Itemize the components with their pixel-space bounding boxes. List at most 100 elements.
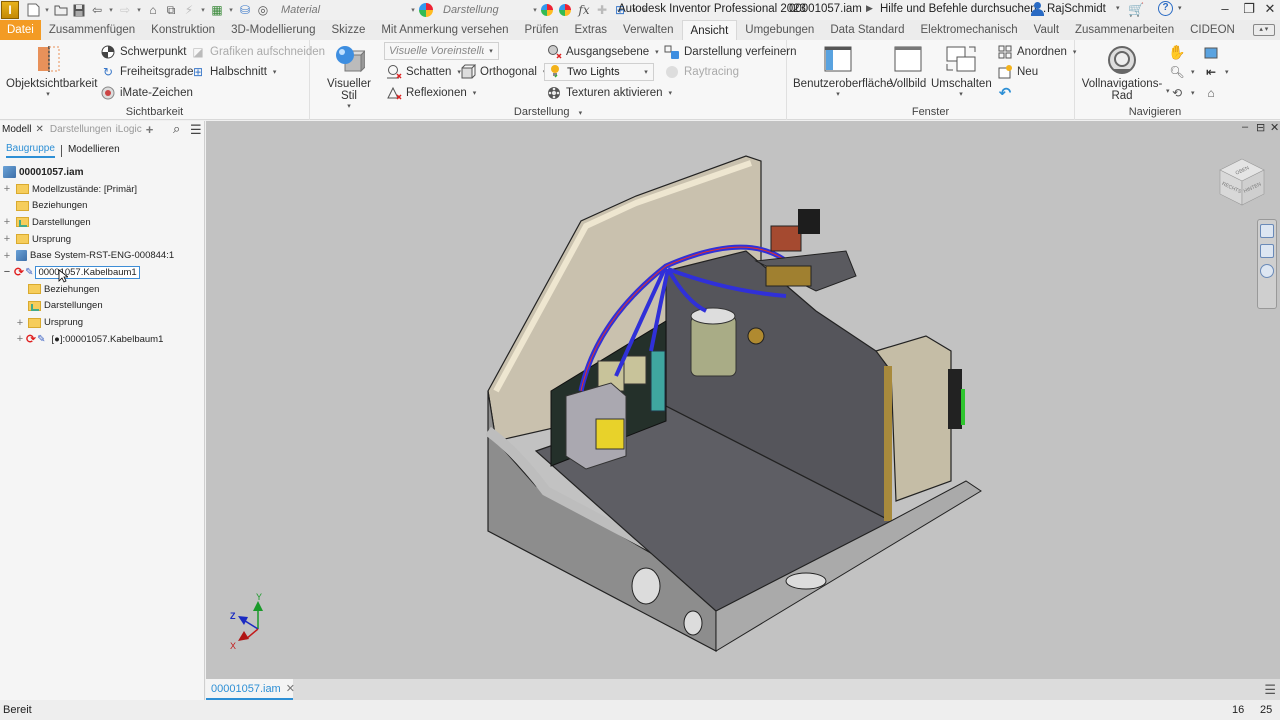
ausgangsebene-dropdown-icon[interactable]: ▾ xyxy=(655,48,659,56)
tab-umgebungen[interactable]: Umgebungen xyxy=(737,20,822,40)
tab-konstruktion[interactable]: Konstruktion xyxy=(143,20,223,40)
objektsichtbarkeit-dropdown-icon[interactable]: ▾ xyxy=(6,90,90,98)
reflexionen-dropdown-icon[interactable]: ▾ xyxy=(473,89,477,97)
tab-datei[interactable]: Datei xyxy=(0,20,41,40)
tab-cideon[interactable]: CIDEON xyxy=(1182,20,1243,40)
update-icon[interactable]: ⚡ xyxy=(181,2,197,18)
navbar-pan-icon[interactable] xyxy=(1260,244,1274,258)
expand-icon[interactable]: + xyxy=(15,333,25,345)
visual-preset-dropdown-icon[interactable]: ▾ xyxy=(484,47,498,55)
undo-dropdown-icon[interactable]: ▾ xyxy=(107,6,115,14)
restore-icon[interactable]: ❐ xyxy=(1240,1,1258,17)
tree-node-kabelbaum-part[interactable]: + ⟳ ✎ [●]:00001057.Kabelbaum1 xyxy=(0,331,205,348)
view-face-button[interactable] xyxy=(1203,43,1223,61)
benutzeroberflaeche-button[interactable]: Benutzeroberfläche ▾ xyxy=(793,44,893,98)
tree-node-kabelbaum-darstellungen[interactable]: Darstellungen xyxy=(0,298,205,315)
help-search-input[interactable]: Hilfe und Befehle durchsuchen... xyxy=(880,3,1046,15)
graphics-viewport[interactable]: – ⊟ ✕ OBEN RECHTS HINTEN Y Z X xyxy=(206,121,1280,679)
browser-tab-close-icon[interactable]: ✕ xyxy=(35,124,43,135)
visueller-stil-button[interactable]: Visueller Stil ▾ xyxy=(318,44,380,110)
username[interactable]: RajSchmidt xyxy=(1047,3,1106,15)
expand-icon[interactable]: + xyxy=(2,183,12,195)
ausgangsebene-button[interactable]: Ausgangsebene ▾ xyxy=(546,43,659,61)
orbit-button[interactable]: ⟲ ▾ xyxy=(1169,84,1195,102)
schatten-button[interactable]: Schatten ▾ xyxy=(386,63,461,81)
tab-anmerkung[interactable]: Mit Anmerkung versehen xyxy=(373,20,516,40)
restore-view-button[interactable]: ↶ xyxy=(997,84,1017,102)
vollbild-button[interactable]: Vollbild xyxy=(887,44,929,90)
3d-model-electrical-box[interactable] xyxy=(486,151,986,661)
tree-node-darstellungen[interactable]: + Darstellungen xyxy=(0,214,205,231)
schwerpunkt-button[interactable]: Schwerpunkt xyxy=(100,43,186,61)
navbar-steering-wheel-icon[interactable] xyxy=(1260,224,1274,238)
navigation-bar[interactable] xyxy=(1257,219,1277,309)
reflexionen-button[interactable]: Reflexionen ▾ xyxy=(386,84,476,102)
tab-extras[interactable]: Extras xyxy=(566,20,615,40)
update-dropdown-icon[interactable]: ▾ xyxy=(199,6,207,14)
new-dropdown-icon[interactable]: ▾ xyxy=(43,6,51,14)
minimize-icon[interactable]: – xyxy=(1216,1,1234,16)
tree-node-kabelbaum-beziehungen[interactable]: Beziehungen xyxy=(0,281,205,298)
tree-node-base-system[interactable]: + Base System-RST-ENG-000844:1 xyxy=(0,247,205,264)
umschalten-button[interactable]: Umschalten ▾ xyxy=(931,44,992,98)
material-sphere-icon[interactable]: ◎ xyxy=(255,2,271,18)
tab-skizze[interactable]: Skizze xyxy=(323,20,373,40)
navbar-orbit-icon[interactable] xyxy=(1260,264,1274,278)
redo-icon[interactable]: ⇨ xyxy=(117,2,133,18)
orbit-dropdown-icon[interactable]: ▾ xyxy=(1191,89,1195,97)
tab-zusammenarbeiten[interactable]: Zusammenarbeiten xyxy=(1067,20,1182,40)
ribbon-minimize-icon[interactable]: ▴ ▾ xyxy=(1252,24,1275,36)
browser-tab-ilogic[interactable]: iLogic xyxy=(116,124,142,135)
tree-node-beziehungen[interactable]: Beziehungen xyxy=(0,197,205,214)
copy-design-icon[interactable]: ⧉ xyxy=(163,2,179,18)
viewcube[interactable]: OBEN RECHTS HINTEN xyxy=(1214,153,1270,209)
material-combo[interactable]: Material ▾ xyxy=(277,2,417,18)
collapse-icon[interactable]: − xyxy=(2,266,12,278)
expand-icon[interactable]: + xyxy=(2,216,12,228)
texturen-dropdown-icon[interactable]: ▾ xyxy=(669,89,673,97)
tab-data-standard[interactable]: Data Standard xyxy=(822,20,912,40)
darstellung-panel-dropdown-icon[interactable]: ▾ xyxy=(579,110,583,117)
neu-button[interactable]: Neu xyxy=(997,63,1038,81)
grafiken-aufschneiden-button[interactable]: ◪ Grafiken aufschneiden xyxy=(190,43,325,61)
tree-node-ursprung[interactable]: + Ursprung xyxy=(0,231,205,248)
previous-view-button[interactable]: ⇤ ▾ xyxy=(1203,63,1229,81)
expand-icon[interactable]: + xyxy=(2,233,12,245)
search-arrow-icon[interactable]: ▶ xyxy=(866,3,873,14)
imate-button[interactable]: iMate-Zeichen xyxy=(100,84,193,102)
lighting-dropdown-icon[interactable]: ▾ xyxy=(639,68,653,76)
tab-zusammenfuegen[interactable]: Zusammenfügen xyxy=(41,20,143,40)
pan-button[interactable]: ✋ xyxy=(1168,43,1189,61)
browser-search-icon[interactable]: ⌕ xyxy=(173,121,180,137)
viewport-close-icon[interactable]: ✕ xyxy=(1270,121,1279,134)
expand-icon[interactable]: + xyxy=(15,317,25,329)
viewport-restore-icon[interactable]: ⊟ xyxy=(1256,121,1265,134)
subtab-baugruppe[interactable]: Baugruppe xyxy=(6,143,55,158)
help-icon[interactable]: ? xyxy=(1158,1,1173,16)
tree-node-kabelbaum[interactable]: − ⟳ ✎ 00001057.Kabelbaum1 xyxy=(0,264,205,283)
browser-tab-darstellungen[interactable]: Darstellungen xyxy=(50,124,112,135)
home-icon[interactable]: ⌂ xyxy=(145,2,161,18)
darstellung-verfeinern-button[interactable]: Darstellung verfeinern xyxy=(664,43,797,61)
user-dropdown-icon[interactable]: ▾ xyxy=(1116,4,1120,12)
document-tab[interactable]: 00001057.iam ✕ xyxy=(206,679,295,700)
tab-verwalten[interactable]: Verwalten xyxy=(615,20,682,40)
appearance-combo[interactable]: Darstellung ▾ xyxy=(439,2,539,18)
undo-icon[interactable]: ⇦ xyxy=(89,2,105,18)
tab-ansicht[interactable]: Ansicht xyxy=(681,20,738,40)
tree-node-kabelbaum-ursprung[interactable]: + Ursprung xyxy=(0,314,205,331)
document-tabs-menu-icon[interactable]: ☰ xyxy=(1264,682,1276,698)
tab-pruefen[interactable]: Prüfen xyxy=(517,20,567,40)
expand-icon[interactable]: + xyxy=(2,250,12,262)
panel-title-darstellung[interactable]: Darstellung ▾ xyxy=(310,106,786,118)
tab-vault[interactable]: Vault xyxy=(1026,20,1067,40)
halbschnitt-dropdown-icon[interactable]: ▾ xyxy=(273,68,277,76)
help-dropdown-icon[interactable]: ▾ xyxy=(1178,4,1182,12)
viewport-minimize-icon[interactable]: – xyxy=(1242,121,1248,133)
objektsichtbarkeit-button[interactable]: Objektsichtbarkeit ▾ xyxy=(6,44,97,98)
tree-node-root[interactable]: 00001057.iam xyxy=(0,164,205,181)
cart-icon[interactable]: 🛒 xyxy=(1128,2,1144,18)
lighting-combo[interactable]: Two Lights ▾ xyxy=(544,63,654,81)
tab-3d-modellierung[interactable]: 3D-Modellierung xyxy=(223,20,323,40)
tree-node-label-selected[interactable]: 00001057.Kabelbaum1 xyxy=(35,265,140,279)
